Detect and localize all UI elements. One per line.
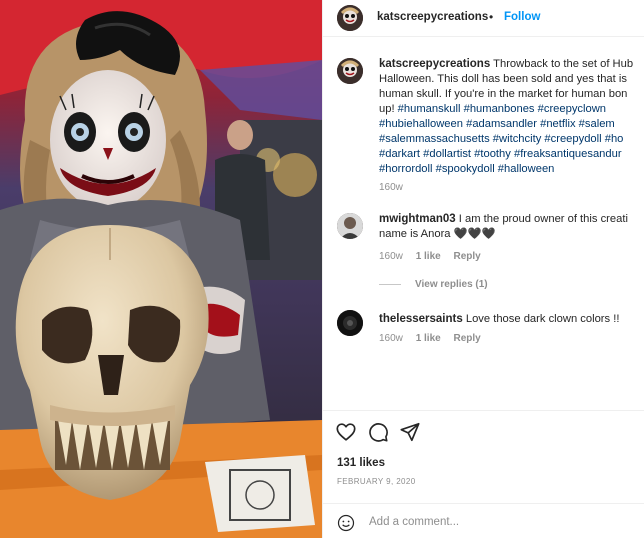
post-date: FEBRUARY 9, 2020: [337, 477, 416, 486]
hashtag-link[interactable]: #halloween: [498, 163, 555, 175]
caption-age[interactable]: 160w: [379, 182, 403, 193]
post-header: katscreepycreations • Follow: [323, 0, 644, 37]
commenter-username[interactable]: mwightman03: [379, 213, 456, 225]
share-icon[interactable]: [399, 421, 421, 443]
caption-line: up!: [379, 103, 398, 115]
replies-divider: [379, 283, 401, 285]
author-username[interactable]: katscreepycreations: [377, 11, 488, 23]
hashtag-link[interactable]: #salemmassachusetts: [379, 133, 490, 145]
view-replies-label: View replies (1): [415, 279, 488, 290]
hashtag-link[interactable]: #toothy: [474, 148, 511, 160]
caption-line: Throwback to the set of Hub: [490, 58, 634, 70]
commenter-avatar[interactable]: [337, 213, 363, 239]
caption-line: Halloween. This doll has been sold and y…: [379, 73, 627, 85]
hashtag-link[interactable]: #netflix: [540, 118, 575, 130]
add-comment-input[interactable]: [369, 512, 629, 532]
caption-avatar[interactable]: [337, 58, 363, 84]
add-comment-row: [323, 503, 644, 538]
hashtag-link[interactable]: #darkart: [379, 148, 420, 160]
follow-button[interactable]: Follow: [504, 11, 540, 23]
hashtag-link[interactable]: #humanbones: [464, 103, 535, 115]
hashtag-link[interactable]: #dollartist: [423, 148, 471, 160]
comment-age[interactable]: 160w: [379, 333, 403, 344]
comment-line: I am the proud owner of this creati: [455, 213, 628, 225]
hashtag-link[interactable]: #ho: [605, 133, 624, 145]
author-avatar[interactable]: [337, 5, 363, 31]
post-photo[interactable]: [0, 0, 322, 538]
caption-line: human skull. If you're in the market for…: [379, 88, 628, 100]
hashtag-link[interactable]: #hubiehalloween: [379, 118, 463, 130]
comment-icon[interactable]: [367, 421, 389, 443]
caption-text: katscreepycreations Throwback to the set…: [379, 57, 644, 177]
reply-button[interactable]: Reply: [454, 251, 481, 262]
post-details-panel: katscreepycreations • Follow katscreepyc…: [322, 0, 644, 538]
comment-meta: 160w 1 like Reply: [379, 251, 491, 262]
hashtag-link[interactable]: #spookydoll: [436, 163, 495, 175]
comment-likes[interactable]: 1 like: [416, 333, 441, 344]
caption-meta: 160w: [379, 182, 413, 193]
comment-age[interactable]: 160w: [379, 251, 403, 262]
hashtag-link[interactable]: #creepyclown: [538, 103, 606, 115]
hashtag-link[interactable]: #witchcity: [493, 133, 542, 145]
post-actions: 131 likes FEBRUARY 9, 2020: [323, 410, 644, 538]
comment-text: thelessersaints Love those dark clown co…: [379, 312, 644, 327]
hashtag-link[interactable]: #horrordoll: [379, 163, 432, 175]
hashtag-link[interactable]: #creepydoll: [544, 133, 601, 145]
emoji-icon[interactable]: [337, 514, 355, 532]
commenter-avatar[interactable]: [337, 310, 363, 336]
hashtag-link[interactable]: #freaksantiquesandur: [514, 148, 622, 160]
separator-dot: •: [489, 10, 494, 24]
comment-line: name is Anora 🖤🖤🖤: [379, 228, 496, 240]
reply-button[interactable]: Reply: [454, 333, 481, 344]
hashtag-link[interactable]: #salem: [579, 118, 615, 130]
hashtag-link[interactable]: #humanskull: [398, 103, 461, 115]
commenter-username[interactable]: thelessersaints: [379, 313, 463, 325]
view-replies-button[interactable]: View replies (1): [379, 279, 488, 290]
heart-icon[interactable]: [335, 421, 357, 443]
post-image-creepy-doll-and-skull: [0, 0, 322, 538]
comment-line: Love those dark clown colors !!: [462, 313, 620, 325]
comment-text: mwightman03 I am the proud owner of this…: [379, 212, 644, 242]
caption-username[interactable]: katscreepycreations: [379, 58, 490, 70]
comment-meta: 160w 1 like Reply: [379, 333, 491, 344]
comment-likes[interactable]: 1 like: [416, 251, 441, 262]
likes-count[interactable]: 131 likes: [337, 457, 385, 469]
hashtag-link[interactable]: #adamsandler: [466, 118, 537, 130]
